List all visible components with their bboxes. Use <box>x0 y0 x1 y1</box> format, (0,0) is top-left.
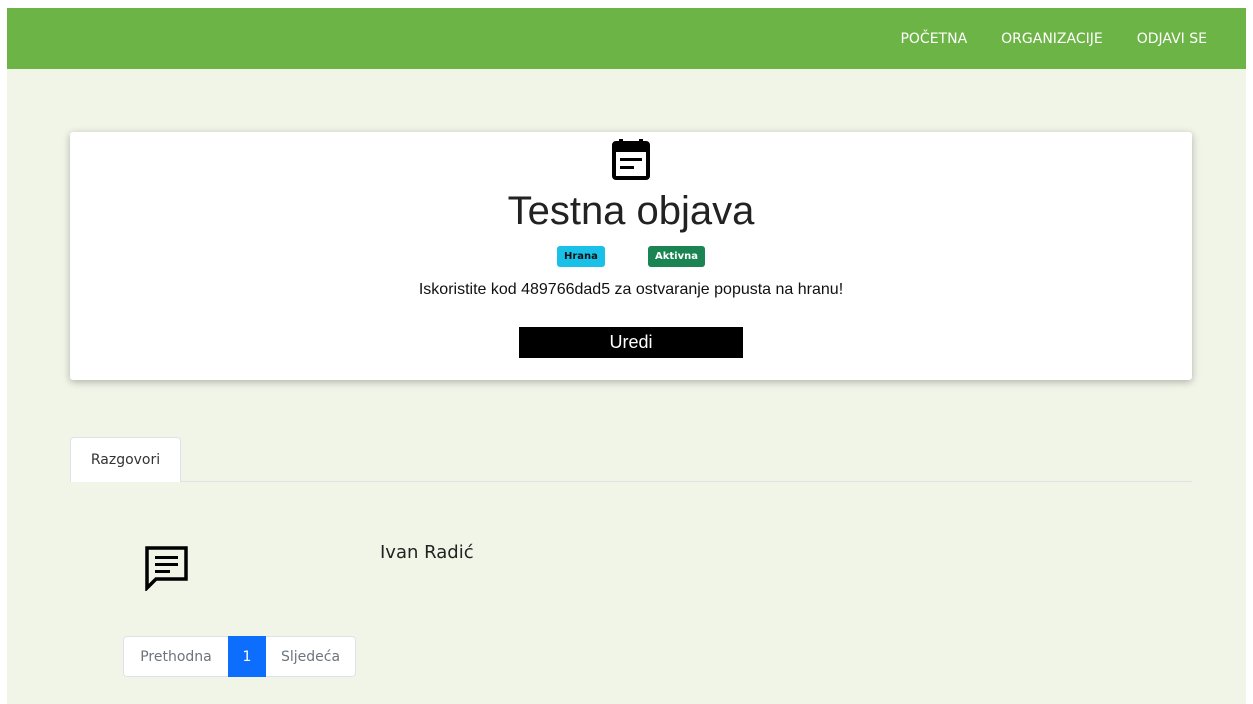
post-card: Testna objava Hrana Aktivna Iskoristite … <box>70 132 1192 380</box>
nav-home-link[interactable]: POČETNA <box>900 31 967 47</box>
edit-button[interactable]: Uredi <box>519 327 743 358</box>
nav-links: POČETNA ORGANIZACIJE ODJAVI SE <box>900 8 1246 69</box>
tab-conversations[interactable]: Razgovori <box>70 437 181 482</box>
nav-logout-link[interactable]: ODJAVI SE <box>1137 31 1207 47</box>
pagination: Prethodna 1 Sljedeća <box>123 636 356 677</box>
status-badge: Aktivna <box>648 246 705 267</box>
pagination-next-button[interactable]: Sljedeća <box>265 636 356 677</box>
page-frame: POČETNA ORGANIZACIJE ODJAVI SE Testna ob… <box>7 8 1246 704</box>
conversation-name[interactable]: Ivan Radić <box>380 542 474 563</box>
message-icon[interactable] <box>143 544 190 591</box>
calendar-note-icon <box>612 139 650 180</box>
top-navbar: POČETNA ORGANIZACIJE ODJAVI SE <box>7 8 1246 69</box>
post-description: Iskoristite kod 489766dad5 za ostvaranje… <box>418 281 844 298</box>
nav-organizations-link[interactable]: ORGANIZACIJE <box>1001 31 1103 47</box>
pagination-page-1[interactable]: 1 <box>228 636 266 677</box>
pagination-prev-button[interactable]: Prethodna <box>123 636 229 677</box>
post-title: Testna objava <box>507 189 755 233</box>
category-badge: Hrana <box>557 246 605 267</box>
tab-divider <box>181 481 1192 482</box>
